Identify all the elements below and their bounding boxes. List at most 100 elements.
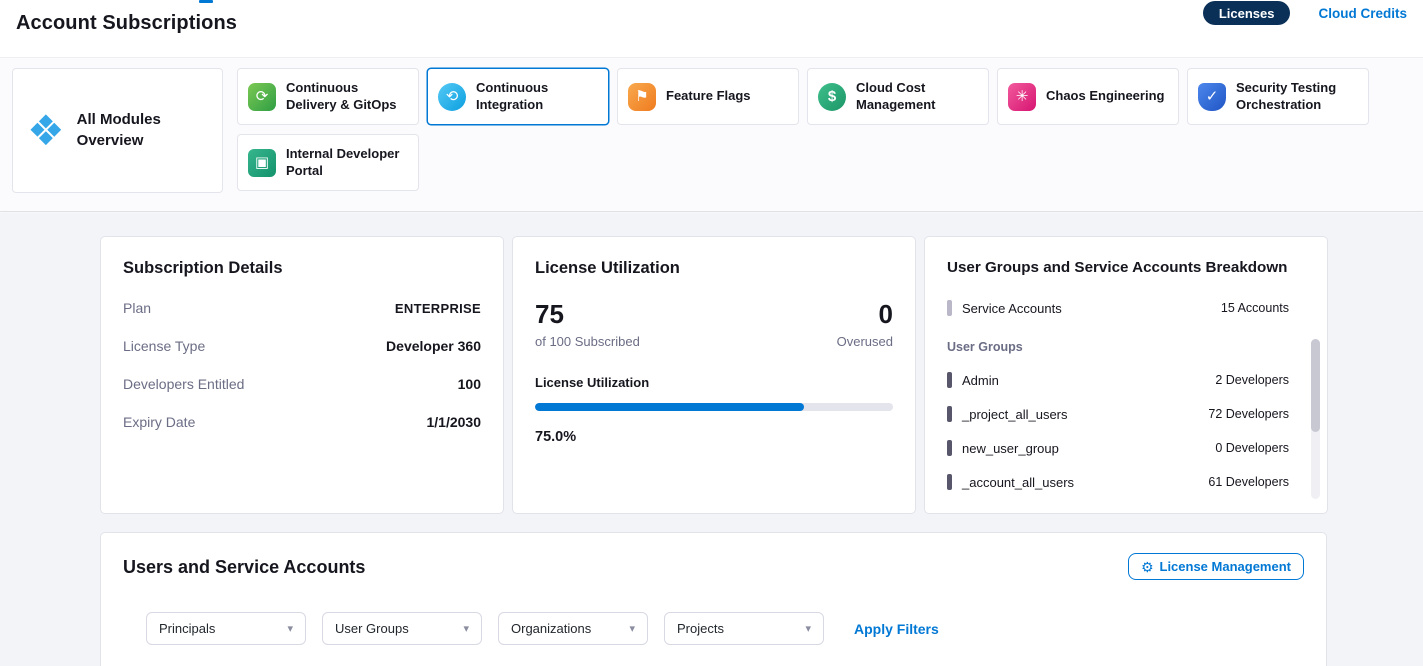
internal-dev-portal-icon: ▣ xyxy=(248,149,276,177)
row-value: 100 xyxy=(458,376,481,392)
security-testing-icon: ✓ xyxy=(1198,83,1226,111)
license-utilization-card: License Utilization 75 of 100 Subscribed… xyxy=(512,236,916,514)
service-accounts-label: Service Accounts xyxy=(962,301,1221,316)
user-groups-label: User Groups xyxy=(947,340,1305,354)
subscription-row: Developers Entitled 100 xyxy=(123,376,481,392)
subscription-details-title: Subscription Details xyxy=(123,259,481,278)
module-card-label: Cloud Cost Management xyxy=(856,80,978,114)
chevron-down-icon: ▾ xyxy=(805,622,811,635)
gear-icon: ⚙ xyxy=(1141,560,1154,574)
ci-icon: ⟲ xyxy=(438,83,466,111)
subscribed-stat: 75 of 100 Subscribed xyxy=(535,300,640,349)
subscription-details-card: Subscription Details Plan ENTERPRISE Lic… xyxy=(100,236,504,514)
module-card-internal-dev-portal[interactable]: ▣ Internal Developer Portal xyxy=(237,134,419,191)
service-accounts-row: Service Accounts 15 Accounts xyxy=(947,300,1305,316)
user-group-name: new_user_group xyxy=(962,441,1215,456)
user-group-bar-icon xyxy=(947,372,952,388)
utilization-percent: 75.0% xyxy=(535,429,893,445)
subscription-row: Plan ENTERPRISE xyxy=(123,300,481,316)
projects-select[interactable]: Projects ▾ xyxy=(664,612,824,645)
organizations-select[interactable]: Organizations ▾ xyxy=(498,612,648,645)
row-label: Developers Entitled xyxy=(123,376,244,392)
all-modules-overview-card[interactable]: ❖ All Modules Overview xyxy=(12,68,223,193)
user-group-count: 0 Developers xyxy=(1215,441,1289,455)
projects-select-label: Projects xyxy=(677,621,724,636)
user-group-row: _account_all_users 61 Developers xyxy=(947,474,1305,490)
organizations-select-label: Organizations xyxy=(511,621,591,636)
module-card-feature-flags[interactable]: ⚑ Feature Flags xyxy=(617,68,799,125)
chevron-down-icon: ▾ xyxy=(287,622,293,635)
module-card-continuous-delivery[interactable]: ⟳ Continuous Delivery & GitOps xyxy=(237,68,419,125)
modules-band: ❖ All Modules Overview ⟳ Continuous Deli… xyxy=(0,57,1423,212)
user-group-bar-icon xyxy=(947,440,952,456)
subscription-row: License Type Developer 360 xyxy=(123,338,481,354)
user-group-row: _project_all_users 72 Developers xyxy=(947,406,1305,422)
utilization-bar-label: License Utilization xyxy=(535,375,893,390)
service-accounts-count: 15 Accounts xyxy=(1221,301,1289,315)
user-group-count: 61 Developers xyxy=(1208,475,1289,489)
overused-caption: Overused xyxy=(837,334,893,349)
licenses-button[interactable]: Licenses xyxy=(1203,1,1291,25)
row-label: Expiry Date xyxy=(123,414,195,430)
breakdown-card: User Groups and Service Accounts Breakdo… xyxy=(924,236,1328,514)
principals-select[interactable]: Principals ▾ xyxy=(146,612,306,645)
subscription-row: Expiry Date 1/1/2030 xyxy=(123,414,481,430)
row-label: License Type xyxy=(123,338,205,354)
module-card-security-testing[interactable]: ✓ Security Testing Orchestration xyxy=(1187,68,1369,125)
all-modules-label: All Modules Overview xyxy=(77,110,169,151)
user-group-row: Admin 2 Developers xyxy=(947,372,1305,388)
user-group-name: _account_all_users xyxy=(962,475,1208,490)
module-card-chaos-engineering[interactable]: ✳ Chaos Engineering xyxy=(997,68,1179,125)
module-cards: ⟳ Continuous Delivery & GitOps ⟲ Continu… xyxy=(237,68,1377,191)
breakdown-scrollbar[interactable] xyxy=(1311,339,1320,499)
principals-select-label: Principals xyxy=(159,621,215,636)
cloud-cost-icon: $ xyxy=(818,83,846,111)
module-card-label: Chaos Engineering xyxy=(1046,88,1164,105)
cd-gitops-icon: ⟳ xyxy=(248,83,276,111)
user-group-bar-icon xyxy=(947,406,952,422)
apply-filters-link[interactable]: Apply Filters xyxy=(854,621,939,637)
subscribed-count: 75 xyxy=(535,300,640,329)
header-actions: Licenses Cloud Credits xyxy=(1203,0,1407,26)
cloud-credits-link[interactable]: Cloud Credits xyxy=(1318,6,1407,21)
chevron-down-icon: ▾ xyxy=(463,622,469,635)
chaos-icon: ✳ xyxy=(1008,83,1036,111)
feature-flags-icon: ⚑ xyxy=(628,83,656,111)
user-group-count: 72 Developers xyxy=(1208,407,1289,421)
overused-count: 0 xyxy=(837,300,893,329)
all-modules-icon: ❖ xyxy=(27,110,65,152)
license-management-label: License Management xyxy=(1160,559,1292,574)
users-section-title: Users and Service Accounts xyxy=(123,557,1304,578)
user-group-row: new_user_group 0 Developers xyxy=(947,440,1305,456)
utilization-progress-track xyxy=(535,403,893,411)
breakdown-title: User Groups and Service Accounts Breakdo… xyxy=(947,259,1305,276)
module-card-cloud-cost[interactable]: $ Cloud Cost Management xyxy=(807,68,989,125)
row-value: ENTERPRISE xyxy=(395,301,481,316)
overused-stat: 0 Overused xyxy=(837,300,893,349)
user-groups-select-label: User Groups xyxy=(335,621,409,636)
users-and-service-accounts-card: Users and Service Accounts ⚙ License Man… xyxy=(100,532,1327,666)
module-card-label: Security Testing Orchestration xyxy=(1236,80,1358,114)
row-value: 1/1/2030 xyxy=(427,414,482,430)
license-utilization-title: License Utilization xyxy=(535,259,893,278)
user-groups-select[interactable]: User Groups ▾ xyxy=(322,612,482,645)
scrollbar-thumb[interactable] xyxy=(1311,339,1320,432)
main-content: Subscription Details Plan ENTERPRISE Lic… xyxy=(0,213,1423,666)
license-management-button[interactable]: ⚙ License Management xyxy=(1128,553,1304,580)
user-group-count: 2 Developers xyxy=(1215,373,1289,387)
module-card-label: Internal Developer Portal xyxy=(286,146,408,180)
row-label: Plan xyxy=(123,300,151,316)
utilization-progress-fill xyxy=(535,403,804,411)
breadcrumb-fragment[interactable] xyxy=(199,0,213,3)
module-card-label: Continuous Integration xyxy=(476,80,598,114)
chevron-down-icon: ▾ xyxy=(629,622,635,635)
subscribed-caption: of 100 Subscribed xyxy=(535,334,640,349)
row-value: Developer 360 xyxy=(386,338,481,354)
module-card-label: Continuous Delivery & GitOps xyxy=(286,80,408,114)
user-group-bar-icon xyxy=(947,474,952,490)
module-card-continuous-integration[interactable]: ⟲ Continuous Integration xyxy=(427,68,609,125)
user-group-name: Admin xyxy=(962,373,1215,388)
page-title: Account Subscriptions xyxy=(16,12,237,35)
service-accounts-bar-icon xyxy=(947,300,952,316)
filters-row: Principals ▾ User Groups ▾ Organizations… xyxy=(146,612,1304,645)
